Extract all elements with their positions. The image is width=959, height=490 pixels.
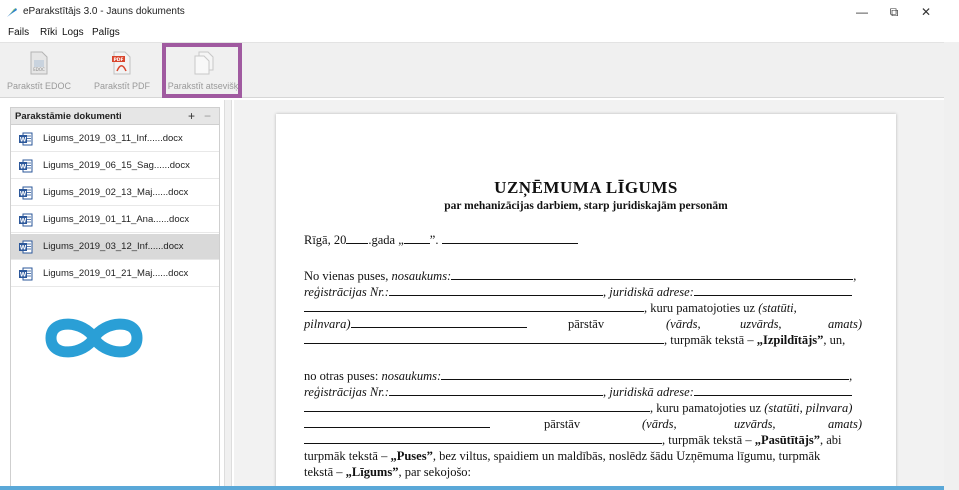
- sign-pdf-label: Parakstīt PDF: [93, 81, 150, 91]
- documents-panel-title: Parakstāmie dokumenti: [15, 111, 122, 122]
- document-preview-area[interactable]: UZŅĒMUMA LĪGUMS par mehanizācijas darbie…: [234, 100, 944, 490]
- document-title: UZŅĒMUMA LĪGUMS: [494, 178, 678, 197]
- menu-windows[interactable]: Logs: [62, 27, 84, 38]
- svg-text:EDOC: EDOC: [33, 67, 45, 72]
- menu-help[interactable]: Palīgs: [92, 27, 120, 38]
- document-filename: Ligums_2019_01_21_Maj......docx: [43, 268, 189, 279]
- sign-edoc-label: Parakstīt EDOC: [6, 81, 71, 91]
- remove-document-button[interactable]: −: [204, 109, 211, 123]
- svg-text:W: W: [20, 164, 27, 171]
- document-filename: Ligums_2019_02_13_Maj......docx: [43, 187, 189, 198]
- word-document-icon: W: [19, 159, 33, 173]
- document-list-item[interactable]: W Ligums_2019_02_13_Maj......docx: [11, 180, 219, 206]
- pdf-file-icon: PDF: [112, 51, 131, 75]
- document-filename: Ligums_2019_03_12_Inf......docx: [43, 241, 184, 252]
- document-list-item[interactable]: W Ligums_2019_03_11_Inf......docx: [11, 126, 219, 152]
- document-filename: Ligums_2019_06_15_Sag......docx: [43, 160, 190, 171]
- svg-text:PDF: PDF: [113, 57, 123, 63]
- vertical-scrollbar[interactable]: [944, 42, 959, 490]
- add-document-button[interactable]: +: [188, 109, 195, 123]
- word-document-icon: W: [19, 186, 33, 200]
- document-list-item[interactable]: W Ligums_2019_01_11_Ana......docx: [11, 207, 219, 233]
- document-list-item[interactable]: W Ligums_2019_06_15_Sag......docx: [11, 153, 219, 179]
- svg-text:W: W: [20, 218, 27, 225]
- svg-text:W: W: [20, 137, 27, 144]
- party-one-line-1: No vienas puses, nosaukums:,: [304, 269, 857, 283]
- document-filename: Ligums_2019_03_11_Inf......docx: [43, 133, 183, 144]
- date-line: Rīgā, 20 .gada „”.: [304, 233, 578, 248]
- party-one-line-2: reģistrācijas Nr.:, juridiskā adrese:: [304, 285, 852, 300]
- party-two-line-4: pārstāv (vārds, uzvārds, amats): [304, 417, 870, 432]
- svg-text:W: W: [20, 245, 27, 252]
- party-two-line-5: , turpmāk tekstā – „Pasūtītājs”, abi: [304, 433, 842, 448]
- title-bar: eParakstītājs 3.0 - Jauns dokuments — ⧉ …: [0, 0, 959, 24]
- app-feather-icon: [7, 8, 17, 17]
- svg-text:W: W: [20, 191, 27, 198]
- menu-tools[interactable]: Rīki: [40, 27, 57, 38]
- word-document-icon: W: [19, 240, 33, 254]
- party-two-line-7: tekstā – „Līgums”, par sekojošo:: [304, 465, 472, 479]
- party-two-line-2: reģistrācijas Nr.:, juridiskā adrese:: [304, 385, 852, 400]
- documents-panel-header: Parakstāmie dokumenti + −: [11, 108, 219, 125]
- document-subtitle: par mehanizācijas darbiem, starp juridis…: [444, 200, 728, 212]
- document-list-item[interactable]: W Ligums_2019_01_21_Maj......docx: [11, 261, 219, 287]
- party-one-line-4: pilnvara) pārstāv (vārds, uzvārds, amats…: [304, 317, 863, 331]
- window-title: eParakstītājs 3.0 - Jauns dokuments: [23, 6, 185, 17]
- party-one-line-5: , turpmāk tekstā – „Izpildītājs”, un,: [304, 333, 845, 348]
- party-two-line-6: turpmāk tekstā – „Puses”, bez viltus, sp…: [304, 449, 821, 463]
- party-one-line-3: , kuru pamatojoties uz (statūti,: [304, 301, 797, 316]
- sign-pdf-button[interactable]: PDF Parakstīt PDF: [90, 47, 154, 95]
- menu-file[interactable]: Fails: [8, 27, 29, 38]
- panel-splitter[interactable]: [224, 100, 232, 490]
- svg-text:W: W: [20, 272, 27, 279]
- party-two-line-3: , kuru pamatojoties uz (statūti, pilnvar…: [304, 401, 852, 416]
- infinity-icon: [45, 318, 143, 358]
- edoc-file-icon: EDOC: [30, 51, 48, 75]
- documents-panel: Parakstāmie dokumenti + − W Ligums_2019_0…: [10, 107, 220, 490]
- document-page: UZŅĒMUMA LĪGUMS par mehanizācijas darbie…: [276, 114, 896, 490]
- party-two-line-1: no otras puses: nosaukums:,: [304, 369, 853, 383]
- status-strip: [0, 486, 944, 490]
- word-document-icon: W: [19, 213, 33, 227]
- document-filename: Ligums_2019_01_11_Ana......docx: [43, 214, 190, 225]
- document-list-item[interactable]: W Ligums_2019_03_12_Inf......docx: [11, 234, 219, 260]
- word-document-icon: W: [19, 132, 33, 146]
- sign-edoc-button[interactable]: EDOC Parakstīt EDOC: [4, 47, 74, 95]
- minimize-button[interactable]: —: [847, 2, 877, 22]
- highlight-frame: [162, 43, 242, 98]
- toolbar: EDOC Parakstīt EDOC PDF Parakstīt PDF Pa…: [0, 42, 944, 98]
- maximize-button[interactable]: ⧉: [879, 2, 909, 22]
- menu-bar: Fails Rīki Logs Palīgs: [0, 24, 959, 42]
- word-document-icon: W: [19, 267, 33, 281]
- close-button[interactable]: ✕: [911, 2, 941, 22]
